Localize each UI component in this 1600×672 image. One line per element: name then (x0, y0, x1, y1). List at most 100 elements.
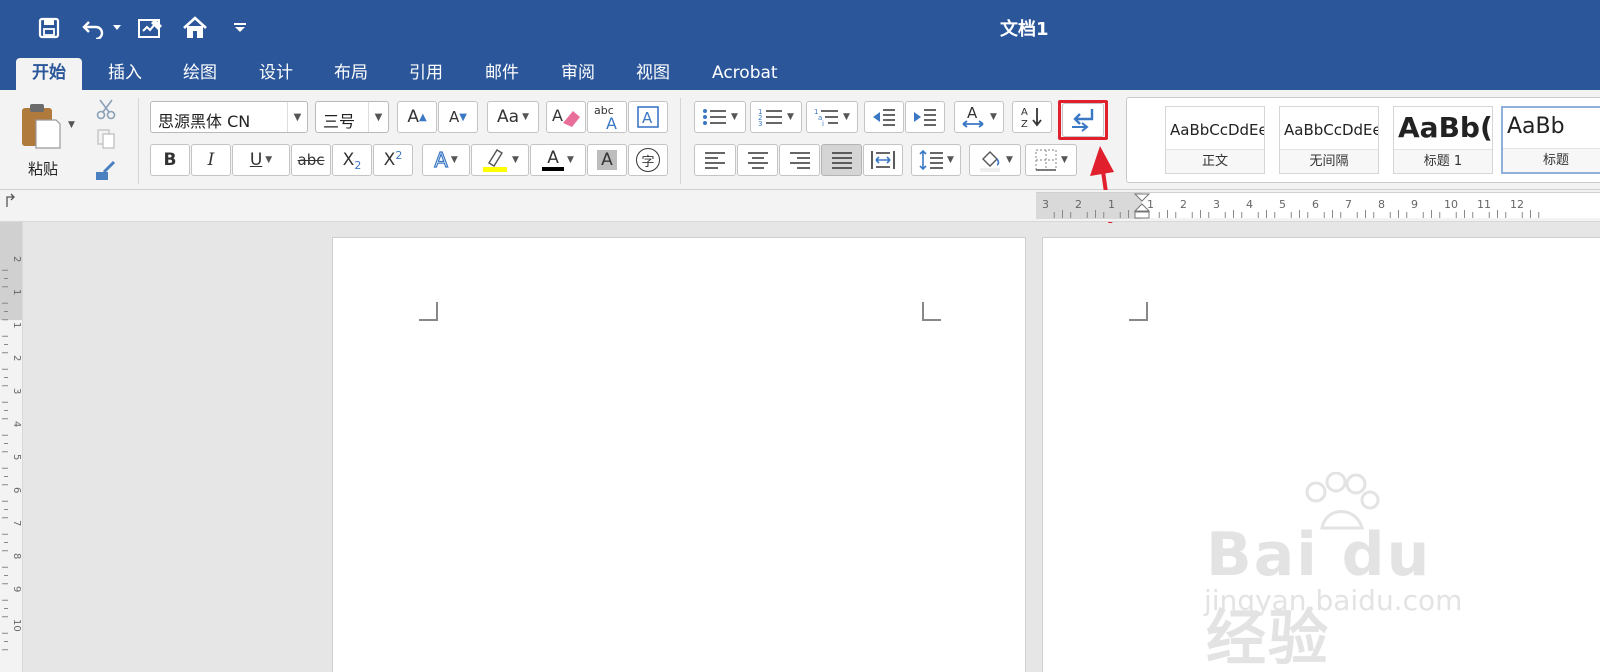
align-left-button[interactable] (694, 144, 736, 176)
bold-button[interactable]: B (150, 144, 190, 176)
style-name: 正文 (1166, 149, 1264, 173)
strikethrough-button[interactable]: abc (291, 144, 331, 176)
ruler-label: 8 (11, 553, 22, 559)
justify-icon (831, 152, 852, 169)
enclose-characters-label: 字 (636, 148, 660, 172)
indent-marker-icon[interactable] (1134, 193, 1150, 219)
style-heading-1[interactable]: AaBb( 标题 1 (1393, 106, 1493, 174)
document-title: 文档1 (1000, 19, 1049, 40)
font-color-label: A (547, 148, 559, 168)
save-icon[interactable] (34, 12, 64, 44)
superscript-button[interactable]: X2 (373, 144, 413, 176)
numbering-button[interactable]: 123 ▼ (750, 101, 802, 133)
ruler-label: 6 (1312, 198, 1319, 211)
increase-indent-button[interactable] (905, 101, 945, 133)
line-spacing-icon (919, 149, 944, 171)
align-right-button[interactable] (779, 144, 820, 176)
cut-icon[interactable] (90, 96, 122, 122)
highlighter-icon (483, 149, 508, 172)
shrink-font-label: A (449, 108, 460, 126)
tab-layout[interactable]: 布局 (318, 58, 384, 90)
text-direction-icon: A (962, 104, 984, 128)
justify-button[interactable] (821, 144, 862, 176)
style-name: 无间隔 (1280, 149, 1378, 173)
text-effect-button[interactable]: A ▼ (422, 144, 470, 176)
home-icon[interactable] (180, 12, 210, 44)
line-spacing-button[interactable]: ▼ (911, 144, 961, 176)
decrease-indent-button[interactable] (864, 101, 904, 133)
ruler-label: 3 (11, 388, 22, 394)
undo-dropdown-icon[interactable] (110, 12, 124, 44)
font-size-select[interactable]: 三号 ▼ (315, 101, 389, 133)
bullets-button[interactable]: ▼ (694, 101, 746, 133)
tab-selector-icon[interactable] (2, 193, 18, 209)
text-effects-spelling-button[interactable]: abc A (587, 101, 627, 133)
bullet-list-icon (703, 109, 727, 125)
underline-button[interactable]: U ▼ (232, 144, 290, 176)
grow-font-button[interactable]: A ▲ (397, 101, 437, 133)
style-title[interactable]: AaBb 标题 (1501, 106, 1600, 174)
document-canvas[interactable] (24, 223, 1600, 672)
shrink-font-button[interactable]: A ▼ (438, 101, 478, 133)
highlight-color-button[interactable]: ▼ (471, 144, 529, 176)
margin-corner-mark (1129, 302, 1148, 321)
chevron-down-icon: ▼ (1006, 155, 1013, 165)
tab-home[interactable]: 开始 (16, 58, 82, 90)
paste-label: 粘贴 (28, 160, 59, 178)
style-no-spacing[interactable]: AaBbCcDdEe 无间隔 (1279, 106, 1379, 174)
customize-toolbar-icon[interactable] (230, 12, 250, 44)
style-normal[interactable]: AaBbCcDdEe 正文 (1165, 106, 1265, 174)
tab-review[interactable]: 审阅 (545, 58, 611, 90)
document-page-2[interactable] (1042, 237, 1600, 672)
text-direction-button[interactable]: A ▼ (954, 101, 1004, 133)
clear-formatting-button[interactable]: A (546, 101, 586, 133)
paste-dropdown-icon[interactable]: ▼ (68, 120, 75, 130)
ruler-label: 10 (1444, 198, 1458, 211)
tab-references[interactable]: 引用 (393, 58, 459, 90)
font-family-select[interactable]: 思源黑体 CN ▼ (150, 101, 308, 133)
horizontal-ruler[interactable]: 3 2 1 1 2 3 4 5 6 7 8 9 10 11 12 (1036, 192, 1600, 219)
change-case-button[interactable]: Aa ▼ (487, 101, 539, 133)
text-box-border-button[interactable]: A (628, 101, 668, 133)
document-page[interactable] (332, 237, 1026, 672)
character-shading-button[interactable]: A (587, 144, 627, 176)
svg-text:A: A (967, 104, 978, 122)
ruler-label: 5 (11, 454, 22, 460)
chevron-down-icon: ▼ (843, 112, 850, 122)
edit-doc-icon[interactable] (134, 12, 168, 44)
borders-button[interactable]: ▼ (1025, 144, 1077, 176)
subscript-button[interactable]: X2 (332, 144, 372, 176)
enclose-characters-button[interactable]: 字 (628, 144, 668, 176)
distributed-icon (871, 151, 895, 169)
format-painter-icon[interactable] (90, 158, 122, 184)
vertical-ruler[interactable]: 2 1 1 2 3 4 5 6 7 8 9 10 (0, 222, 23, 672)
tab-mailings[interactable]: 邮件 (469, 58, 535, 90)
svg-text:3: 3 (758, 120, 762, 127)
shading-button[interactable]: ▼ (969, 144, 1021, 176)
clipboard-icon (22, 104, 61, 149)
boxed-a-icon: A (637, 106, 659, 128)
separator (680, 98, 681, 184)
tab-acrobat[interactable]: Acrobat (696, 58, 794, 90)
distributed-button[interactable] (863, 144, 903, 176)
copy-icon[interactable] (90, 126, 122, 152)
undo-icon[interactable] (78, 12, 108, 44)
chevron-down-icon: ▼ (512, 155, 519, 165)
sort-button[interactable]: AZ (1012, 101, 1052, 133)
align-center-button[interactable] (737, 144, 778, 176)
chevron-down-icon: ▼ (990, 112, 997, 122)
font-color-button[interactable]: A ▼ (530, 144, 586, 176)
tab-draw[interactable]: 绘图 (167, 58, 233, 90)
chevron-down-icon: ▼ (1061, 155, 1068, 165)
ruler-label: 6 (11, 487, 22, 493)
paste-button[interactable]: ▼ 粘贴 (16, 98, 86, 180)
tab-design[interactable]: 设计 (243, 58, 309, 90)
italic-button[interactable]: I (191, 144, 231, 176)
tab-view[interactable]: 视图 (620, 58, 686, 90)
multilevel-list-button[interactable]: 1ai ▼ (806, 101, 858, 133)
tab-insert[interactable]: 插入 (92, 58, 158, 90)
superscript-mark: 2 (395, 148, 403, 162)
abc-a-icon: abcA (594, 104, 617, 131)
italic-label: I (207, 150, 215, 170)
underline-label: U (249, 150, 263, 170)
